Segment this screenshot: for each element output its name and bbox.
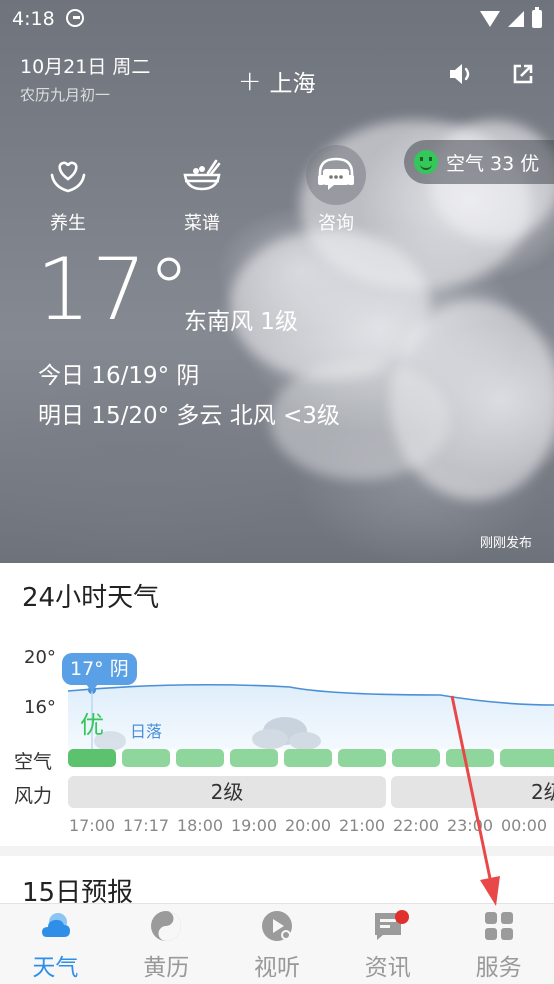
- status-time: 4:18: [12, 8, 55, 30]
- nav-weather-label: 天气: [32, 955, 79, 981]
- quick-consult-label: 咨询: [318, 213, 354, 234]
- wifi-icon: [480, 11, 500, 27]
- time-tick: 17:00: [68, 816, 116, 835]
- food-bowl-icon: [172, 145, 232, 205]
- hourly-weather-card[interactable]: 24小时天气 20° 16° 17° 阴 优 日落 空气 风力 2级 2级 17…: [0, 563, 554, 846]
- current-temperature: 17°: [36, 240, 192, 340]
- wind-row-label: 风力: [14, 785, 53, 807]
- nav-almanac-label: 黄历: [143, 955, 190, 981]
- nav-almanac[interactable]: 黄历: [111, 904, 222, 984]
- nav-media[interactable]: 视听: [222, 904, 333, 984]
- today-forecast: 今日 16/19° 阴: [38, 363, 200, 389]
- nav-services-label: 服务: [475, 955, 522, 981]
- quick-health-label: 养生: [50, 213, 86, 234]
- sunset-label: 日落: [130, 722, 163, 741]
- time-tick: 18:00: [176, 816, 224, 835]
- bottom-nav: 天气 黄历 视听 资讯 服务: [0, 903, 554, 984]
- tomorrow-forecast: 明日 15/20° 多云 北风 <3级: [38, 403, 340, 429]
- lunar-date: 农历九月初一: [20, 86, 111, 104]
- aqi-bar: [392, 749, 440, 767]
- chat-headset-icon: [306, 145, 366, 205]
- quick-recipes-label: 菜谱: [184, 213, 220, 234]
- yin-yang-icon: [151, 911, 182, 941]
- nav-weather[interactable]: 天气: [0, 904, 111, 984]
- aqi-bar: [446, 749, 494, 767]
- city-name: 上海: [269, 71, 316, 97]
- time-tick: 21:00: [338, 816, 386, 835]
- nav-services[interactable]: 服务: [443, 904, 554, 984]
- heart-hands-icon: [38, 145, 98, 205]
- aqi-bar: [122, 749, 170, 767]
- time-tick: 19:00: [230, 816, 278, 835]
- wind-segment: 2级: [391, 776, 554, 808]
- quick-consult[interactable]: 咨询: [296, 145, 376, 235]
- time-tick: 17:17: [122, 816, 170, 835]
- unread-badge: [395, 910, 410, 924]
- publish-status: 刚刚发布: [479, 536, 532, 551]
- aqi-bar: [230, 749, 278, 767]
- speaker-icon[interactable]: [448, 62, 474, 86]
- aqi-bar: [284, 749, 332, 767]
- status-bar: 4:18: [0, 0, 554, 38]
- battery-icon: [532, 7, 542, 28]
- time-tick: 22:00: [392, 816, 440, 835]
- wind-segment-label: 2级: [210, 780, 244, 804]
- share-icon[interactable]: [512, 63, 534, 85]
- time-tick: 00:00: [500, 816, 548, 835]
- aqi-bar: [500, 749, 554, 767]
- time-tick: 23:00: [446, 816, 494, 835]
- aqi-bar: [68, 749, 116, 767]
- weather-hero: 4:18 10月21日 周二 农历九月初一 + 上海 养生 菜谱 咨询 空气 3…: [0, 0, 554, 563]
- grid-services-icon: [484, 912, 513, 940]
- nav-news[interactable]: 资讯: [332, 904, 443, 984]
- nav-news-label: 资讯: [364, 955, 411, 981]
- app-notification-icon: [66, 9, 84, 27]
- time-tick: 20:00: [284, 816, 332, 835]
- aqi-bar: [176, 749, 224, 767]
- wind-segment: 2级: [68, 776, 386, 808]
- smile-face-icon: [414, 150, 438, 174]
- cell-signal-icon: [508, 11, 524, 27]
- air-quality-badge[interactable]: 空气 33 优: [404, 140, 554, 184]
- play-music-icon: [261, 911, 292, 941]
- current-date: 10月21日 周二: [20, 56, 151, 78]
- quick-health[interactable]: 养生: [28, 145, 108, 235]
- current-wind: 东南风 1级: [184, 309, 298, 335]
- add-city-icon[interactable]: +: [238, 67, 261, 95]
- aqi-level-label: 优: [80, 711, 104, 739]
- current-hour-label: 17° 阴: [62, 653, 137, 692]
- aqi-bar: [338, 749, 386, 767]
- nav-media-label: 视听: [253, 955, 300, 981]
- weather-cloud-icon: [42, 913, 71, 937]
- air-quality-text: 空气 33 优: [446, 152, 540, 175]
- wind-segment-label: 2级: [531, 780, 554, 804]
- air-row-label: 空气: [14, 751, 53, 773]
- quick-recipes[interactable]: 菜谱: [162, 145, 242, 235]
- city-selector[interactable]: + 上海: [238, 64, 315, 98]
